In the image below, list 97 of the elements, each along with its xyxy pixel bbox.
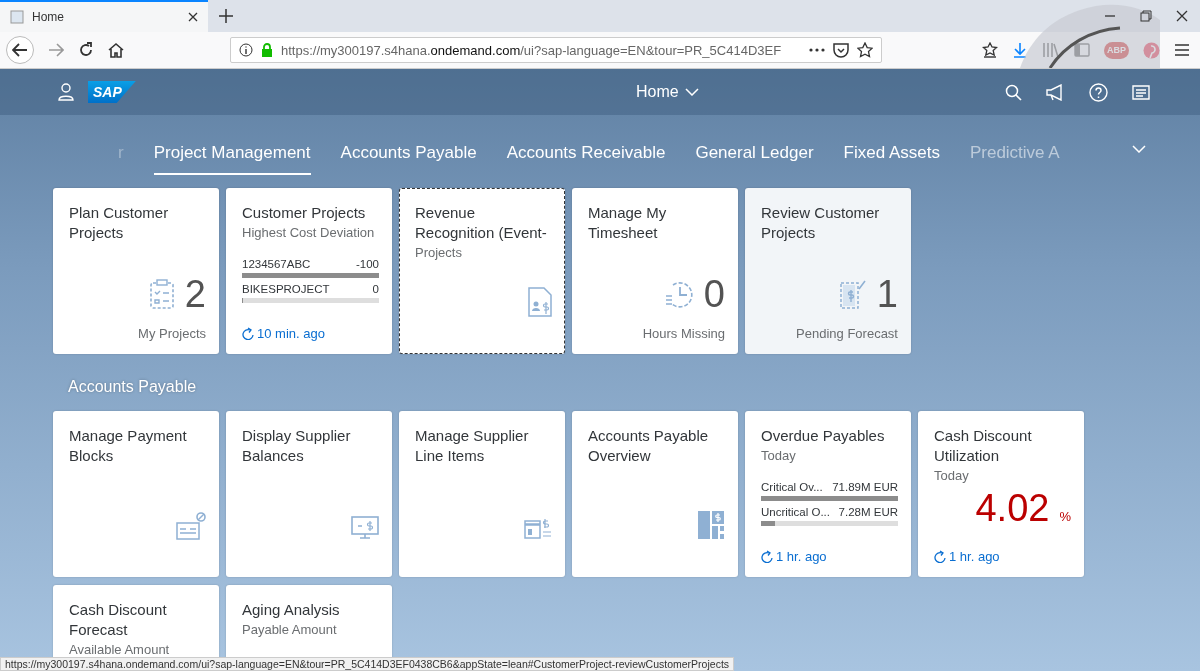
tile-title: Manage Payment Blocks [69,426,188,466]
tile-subtitle: Today [761,448,797,463]
refresh-icon [934,550,946,563]
anchor-tab[interactable]: Accounts Receivable [506,143,666,175]
caret-icon [684,88,699,96]
info-icon[interactable] [239,43,253,57]
tile-footer: Hours Missing [642,326,725,341]
app-tile[interactable]: Plan Customer Projects 2 My Projects [53,188,219,354]
anchor-tab[interactable]: Project Management [153,143,311,175]
new-tab-icon[interactable] [219,9,233,23]
page-icon [10,10,24,24]
tile-footer: Pending Forecast [796,326,898,341]
tile-subtitle: Available Amount [69,642,171,657]
home-icon[interactable] [108,42,124,58]
refresh-time: 10 min. ago [242,326,379,341]
back-button[interactable] [6,36,34,64]
star-icon[interactable] [857,42,873,58]
notifications-list-icon[interactable] [1132,84,1150,100]
tile-number: 1 [876,274,898,314]
blocked-card-icon [176,512,206,540]
bookmarks-icon[interactable] [982,42,998,58]
tile-title: Accounts Payable Overview [588,426,710,466]
chevron-down-icon[interactable] [1132,145,1146,153]
download-icon[interactable] [1012,42,1028,58]
forward-icon[interactable] [48,43,64,57]
restore-icon[interactable] [1140,10,1152,22]
browser-tab[interactable]: Home [0,0,208,32]
anchor-tab[interactable]: Fixed Assets [843,143,940,175]
status-url-tooltip: https://my300197.s4hana.ondemand.com/ui?sap-language=EN&tour=PR_5C414D3EF0438CB6&appState=lean#CustomerProject-reviewCustomerProjects [0,657,735,671]
app-tile[interactable]: Display Supplier Balances [226,411,392,577]
kpi-unit: % [1059,508,1071,524]
section-title: Accounts Payable [68,378,198,396]
back-arrow-icon [12,43,28,57]
app-tile[interactable]: Revenue Recognition (Event- Projects [399,188,565,354]
company-logo[interactable]: SAP [88,81,136,103]
refresh-icon [761,550,773,563]
close-window-icon[interactable] [1176,10,1188,22]
tile-title: Display Supplier Balances [242,426,352,466]
comparison-label: 1234567ABC [242,258,311,270]
tile-footer: My Projects [138,326,206,341]
clipboard-icon [148,279,175,309]
app-tile[interactable]: Manage Payment Blocks [53,411,219,577]
document-icon [528,287,552,317]
home-menu-button[interactable]: Home [436,82,705,102]
tile-title: Aging Analysis [242,600,341,620]
refresh-icon [242,327,254,340]
app-tile[interactable]: Manage My Timesheet 0 Hours Missing [572,188,738,354]
invoice-icon [838,279,867,309]
tile-title: Cash Discount Utilization [934,426,1033,466]
pocket-icon[interactable] [833,42,849,58]
megaphone-icon[interactable] [1046,83,1065,101]
tile-subtitle: Payable Amount [242,622,338,637]
comparison-label: BIKESPROJECT [242,283,330,295]
search-icon[interactable] [1005,83,1022,101]
tile-title: Review Customer Projects [761,203,881,243]
menu-icon[interactable] [1174,43,1190,57]
anchor-tab[interactable]: General Ledger [695,143,814,175]
anchor-tab[interactable]: Accounts Payable [340,143,477,175]
app-tile[interactable]: Accounts Payable Overview [572,411,738,577]
comparison-label: Uncritical O... [761,506,830,518]
tile-number: 0 [703,274,725,314]
tile-title: Revenue Recognition (Event- [415,203,548,243]
tile-title: Overdue Payables [761,426,886,446]
tile-title: Manage Supplier Line Items [415,426,530,466]
app-tile[interactable]: Customer Projects Highest Cost Deviation 1234567ABC -100 BIKESPROJECT 0 10 min. ago [226,188,392,354]
tile-title: Customer Projects [242,203,367,223]
help-icon[interactable] [1089,82,1108,102]
close-icon[interactable] [188,12,198,22]
comparison-value: -100 [355,258,379,270]
clock-icon [663,279,694,309]
kpi-value: 4.02 [975,486,1050,530]
reload-icon[interactable] [78,42,94,58]
comparison-value: 71.89M EUR [832,481,898,493]
url-text: https://my300197.s4hana.ondemand.com/ui?sap-language=EN&tour=PR_5C414D3EF [281,42,783,58]
refresh-time: 1 hr. ago [934,549,1071,564]
store-icon [524,518,552,540]
tile-title: Cash Discount Forecast [69,600,168,640]
app-tile[interactable]: Cash Discount Utilization Today 4.02 % 1 hr. ago [918,411,1084,577]
app-tile[interactable]: Manage Supplier Line Items [399,411,565,577]
tile-title: Plan Customer Projects [69,203,170,243]
tile-subtitle: Highest Cost Deviation [242,225,376,240]
lock-icon [261,43,273,57]
refresh-time: 1 hr. ago [761,549,898,564]
finance-chart-icon [697,510,725,540]
tile-subtitle: Projects [415,245,463,260]
comparison-value: 7.28M EUR [838,506,898,518]
app-tile[interactable]: Overdue Payables Today Critical Ov... 71.89M EUR Uncritical O... 7.28M EUR 1 hr. ago [745,411,911,577]
user-icon[interactable] [58,83,74,101]
tile-subtitle: Today [934,468,970,483]
tile-title: Manage My Timesheet [588,203,668,243]
comparison-label: Critical Ov... [761,481,823,493]
more-icon[interactable] [809,48,825,52]
tile-number: 2 [184,274,206,314]
monitor-icon [351,516,379,540]
comparison-value: 0 [372,283,379,295]
app-tile[interactable]: Review Customer Projects 1 Pending Forecast [745,188,911,354]
address-bar[interactable]: https://my300197.s4hana.ondemand.com/ui?sap-language=EN&tour=PR_5C414D3EF [230,37,882,63]
